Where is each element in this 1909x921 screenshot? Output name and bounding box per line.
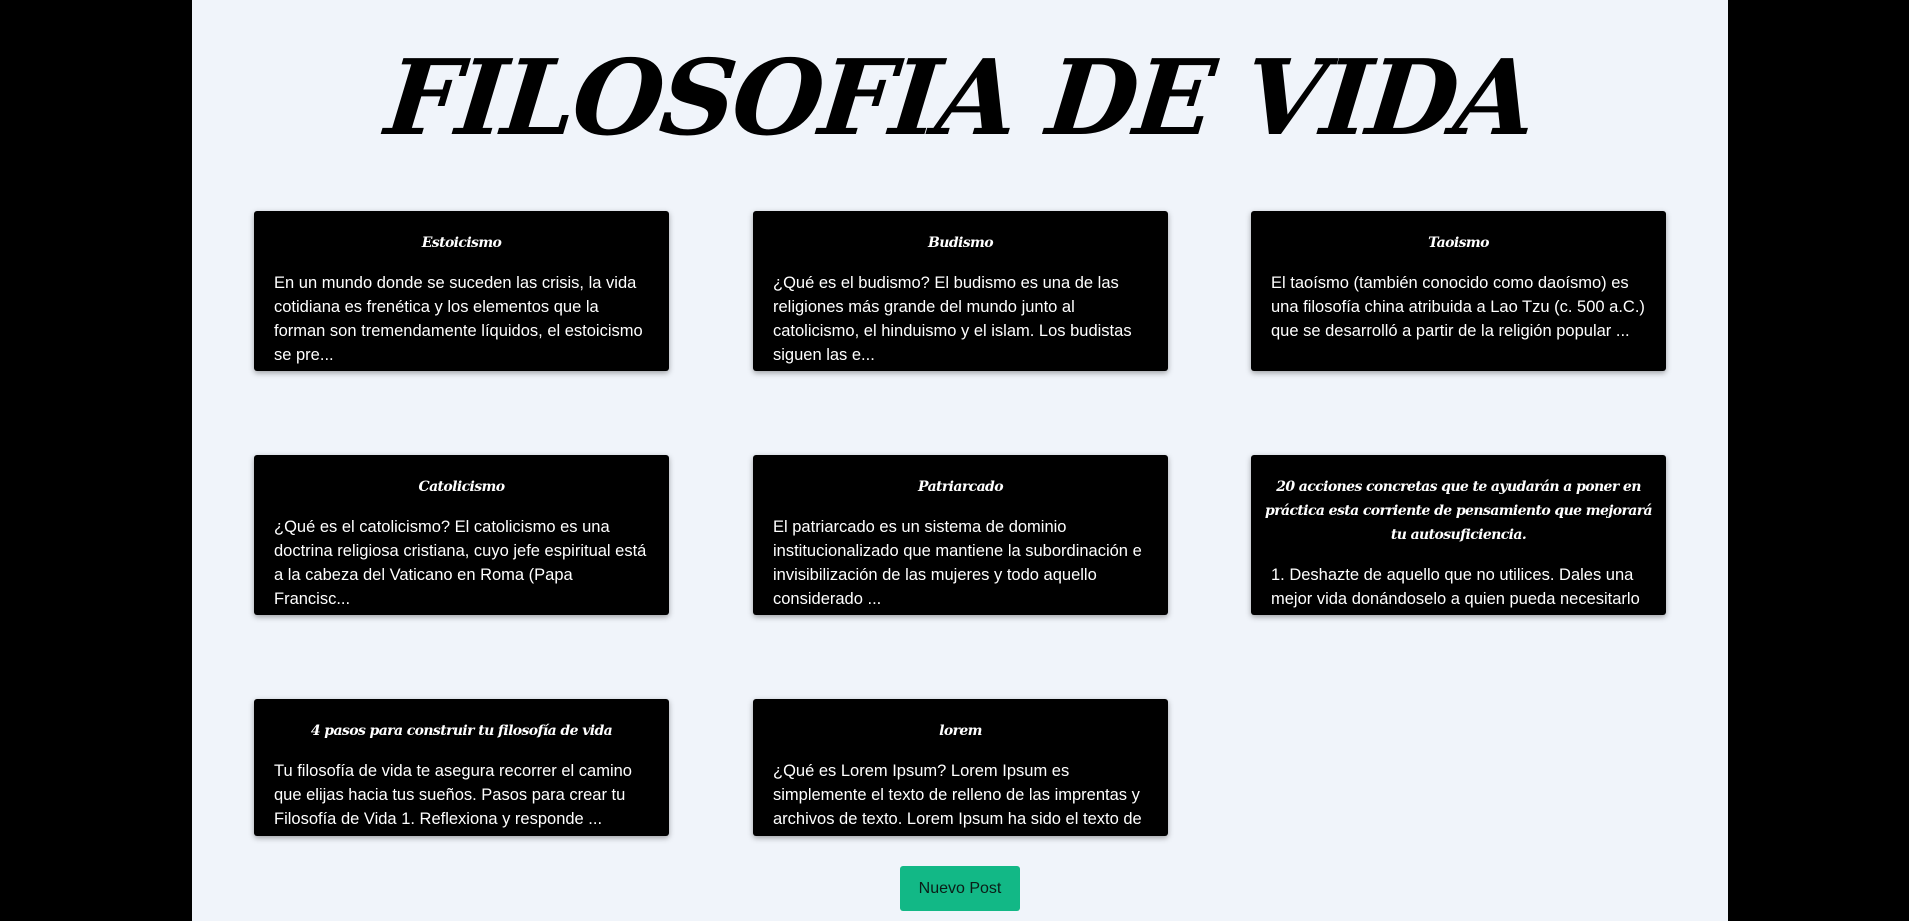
post-title: Taoismo (1428, 235, 1489, 251)
post-title: Catolicismo (418, 479, 506, 495)
post-excerpt: 1. Deshazte de aquello que no utilices. … (1271, 566, 1640, 615)
post-excerpt: Tu filosofía de vida te asegura recorrer… (274, 762, 632, 828)
post-excerpt: ¿Qué es el catolicismo? El catolicismo e… (274, 518, 647, 608)
post-card-taoismo[interactable]: Taoismo El taoísmo (también conocido com… (1251, 211, 1666, 371)
post-card-budismo[interactable]: Budismo ¿Qué es el budismo? El budismo e… (753, 211, 1168, 371)
post-title: 20 acciones concretas que te ayudarán a … (1265, 479, 1653, 543)
post-card-4-pasos[interactable]: 4 pasos para construir tu filosofía de v… (254, 699, 669, 836)
post-title: Budismo (928, 235, 994, 251)
post-excerpt: El taoísmo (también conocido como daoísm… (1271, 274, 1645, 340)
post-title: lorem (939, 723, 982, 739)
post-card-20-acciones[interactable]: 20 acciones concretas que te ayudarán a … (1251, 455, 1666, 615)
post-excerpt: ¿Qué es el budismo? El budismo es una de… (773, 274, 1132, 364)
page-title: FILOSOFIA DE VIDA (380, 36, 1540, 159)
post-card-lorem[interactable]: lorem ¿Qué es Lorem Ipsum? Lorem Ipsum e… (753, 699, 1168, 836)
post-excerpt: El patriarcado es un sistema de dominio … (773, 518, 1142, 608)
post-title: Estoicismo (421, 235, 502, 251)
post-excerpt: En un mundo donde se suceden las crisis,… (274, 274, 643, 364)
new-post-button[interactable]: Nuevo Post (900, 866, 1020, 911)
post-title: 4 pasos para construir tu filosofía de v… (310, 723, 613, 739)
post-excerpt: ¿Qué es Lorem Ipsum? Lorem Ipsum es simp… (773, 762, 1142, 836)
post-card-patriarcado[interactable]: Patriarcado El patriarcado es un sistema… (753, 455, 1168, 615)
post-card-catolicismo[interactable]: Catolicismo ¿Qué es el catolicismo? El c… (254, 455, 669, 615)
post-title: Patriarcado (918, 479, 1004, 495)
post-card-estoicismo[interactable]: Estoicismo En un mundo donde se suceden … (254, 211, 669, 371)
page-container: FILOSOFIA DE VIDA Estoicismo En un mundo… (192, 0, 1728, 921)
